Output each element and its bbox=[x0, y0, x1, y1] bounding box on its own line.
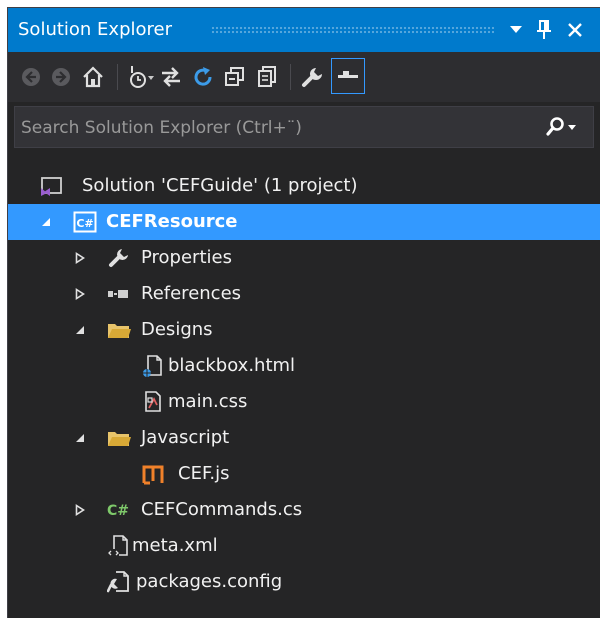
tree-item-label: References bbox=[141, 283, 242, 304]
tree-item-meta-xml[interactable]: meta.xml bbox=[8, 528, 600, 564]
config-file-icon bbox=[106, 569, 132, 595]
screenshot-frame: Solution Explorer Search Solution Explor… bbox=[0, 0, 600, 618]
dropdown-arrow-icon[interactable] bbox=[502, 14, 530, 46]
tree-item-solution[interactable]: Solution 'CEFGuide' (1 project) bbox=[8, 168, 600, 204]
tree-item-properties[interactable]: Properties bbox=[8, 240, 600, 276]
home-icon[interactable] bbox=[78, 61, 108, 93]
tree-item-label: packages.config bbox=[136, 571, 283, 592]
expanded-arrow-icon[interactable] bbox=[38, 204, 54, 240]
tree-item-label: main.css bbox=[168, 391, 248, 412]
csharp-project-icon: C# bbox=[72, 209, 98, 235]
tree-item-cefcommands-cs[interactable]: C# CEFCommands.cs bbox=[8, 492, 600, 528]
tree-item-cef-js[interactable]: CEF.js bbox=[8, 456, 600, 492]
tree-item-designs[interactable]: Designs bbox=[8, 312, 600, 348]
search-box bbox=[14, 106, 594, 149]
tree-item-label: Solution 'CEFGuide' (1 project) bbox=[82, 175, 358, 196]
properties-icon[interactable] bbox=[298, 61, 328, 93]
tree-item-label: Javascript bbox=[141, 427, 230, 448]
tree-item-packages-config[interactable]: packages.config bbox=[8, 564, 600, 600]
tree-item-javascript[interactable]: Javascript bbox=[8, 420, 600, 456]
toolbar-separator bbox=[290, 64, 291, 90]
forward-icon[interactable] bbox=[46, 61, 76, 93]
close-icon[interactable] bbox=[561, 14, 589, 46]
back-icon[interactable] bbox=[16, 61, 46, 93]
svg-text:C#: C# bbox=[107, 503, 129, 519]
css-file-icon bbox=[140, 389, 166, 415]
tree-item-label: blackbox.html bbox=[168, 355, 296, 376]
tree-item-references[interactable]: References bbox=[8, 276, 600, 312]
tree-item-label: meta.xml bbox=[132, 535, 218, 556]
pin-icon[interactable] bbox=[530, 14, 558, 46]
folder-open-icon bbox=[106, 317, 132, 343]
search-icon[interactable] bbox=[545, 115, 585, 139]
csharp-file-icon: C# bbox=[106, 497, 132, 523]
panel-title: Solution Explorer bbox=[18, 19, 172, 40]
toolbar-separator bbox=[117, 64, 118, 90]
title-grip[interactable] bbox=[211, 26, 494, 34]
tree-item-cefresource[interactable]: C# CEFResource bbox=[8, 204, 600, 240]
wrench-icon bbox=[106, 245, 132, 271]
toolbar bbox=[8, 52, 600, 102]
tree-item-label: CEFCommands.cs bbox=[141, 499, 303, 520]
references-icon bbox=[106, 281, 132, 307]
sync-with-active-document-icon[interactable] bbox=[156, 61, 186, 93]
solution-icon bbox=[38, 173, 64, 199]
svg-text:C#: C# bbox=[76, 217, 93, 230]
pending-changes-filter-icon[interactable] bbox=[126, 61, 156, 93]
collapsed-arrow-icon[interactable] bbox=[72, 492, 88, 528]
folder-open-icon bbox=[106, 425, 132, 451]
tree-item-blackbox-html[interactable]: blackbox.html bbox=[8, 348, 600, 384]
expanded-arrow-icon[interactable] bbox=[72, 312, 88, 348]
collapsed-arrow-icon[interactable] bbox=[72, 276, 88, 312]
solution-explorer-panel: Solution Explorer Search Solution Explor… bbox=[7, 7, 600, 618]
tree-item-label: Designs bbox=[141, 319, 213, 340]
collapsed-arrow-icon[interactable] bbox=[72, 240, 88, 276]
title-bar[interactable]: Solution Explorer bbox=[8, 8, 600, 52]
preview-selected-items-icon[interactable] bbox=[331, 58, 365, 94]
expanded-arrow-icon[interactable] bbox=[72, 420, 88, 456]
xml-file-icon bbox=[106, 533, 132, 559]
tree-item-label: CEF.js bbox=[178, 463, 230, 484]
collapse-all-icon[interactable] bbox=[220, 61, 250, 93]
tree-item-main-css[interactable]: main.css bbox=[8, 384, 600, 420]
refresh-icon[interactable] bbox=[188, 61, 218, 93]
tree-item-label: Properties bbox=[141, 247, 232, 268]
html-file-icon bbox=[140, 353, 166, 379]
search-input[interactable] bbox=[19, 107, 543, 149]
show-all-files-icon[interactable] bbox=[252, 61, 282, 93]
js-file-icon bbox=[140, 461, 166, 487]
tree-item-label: CEFResource bbox=[106, 211, 238, 232]
